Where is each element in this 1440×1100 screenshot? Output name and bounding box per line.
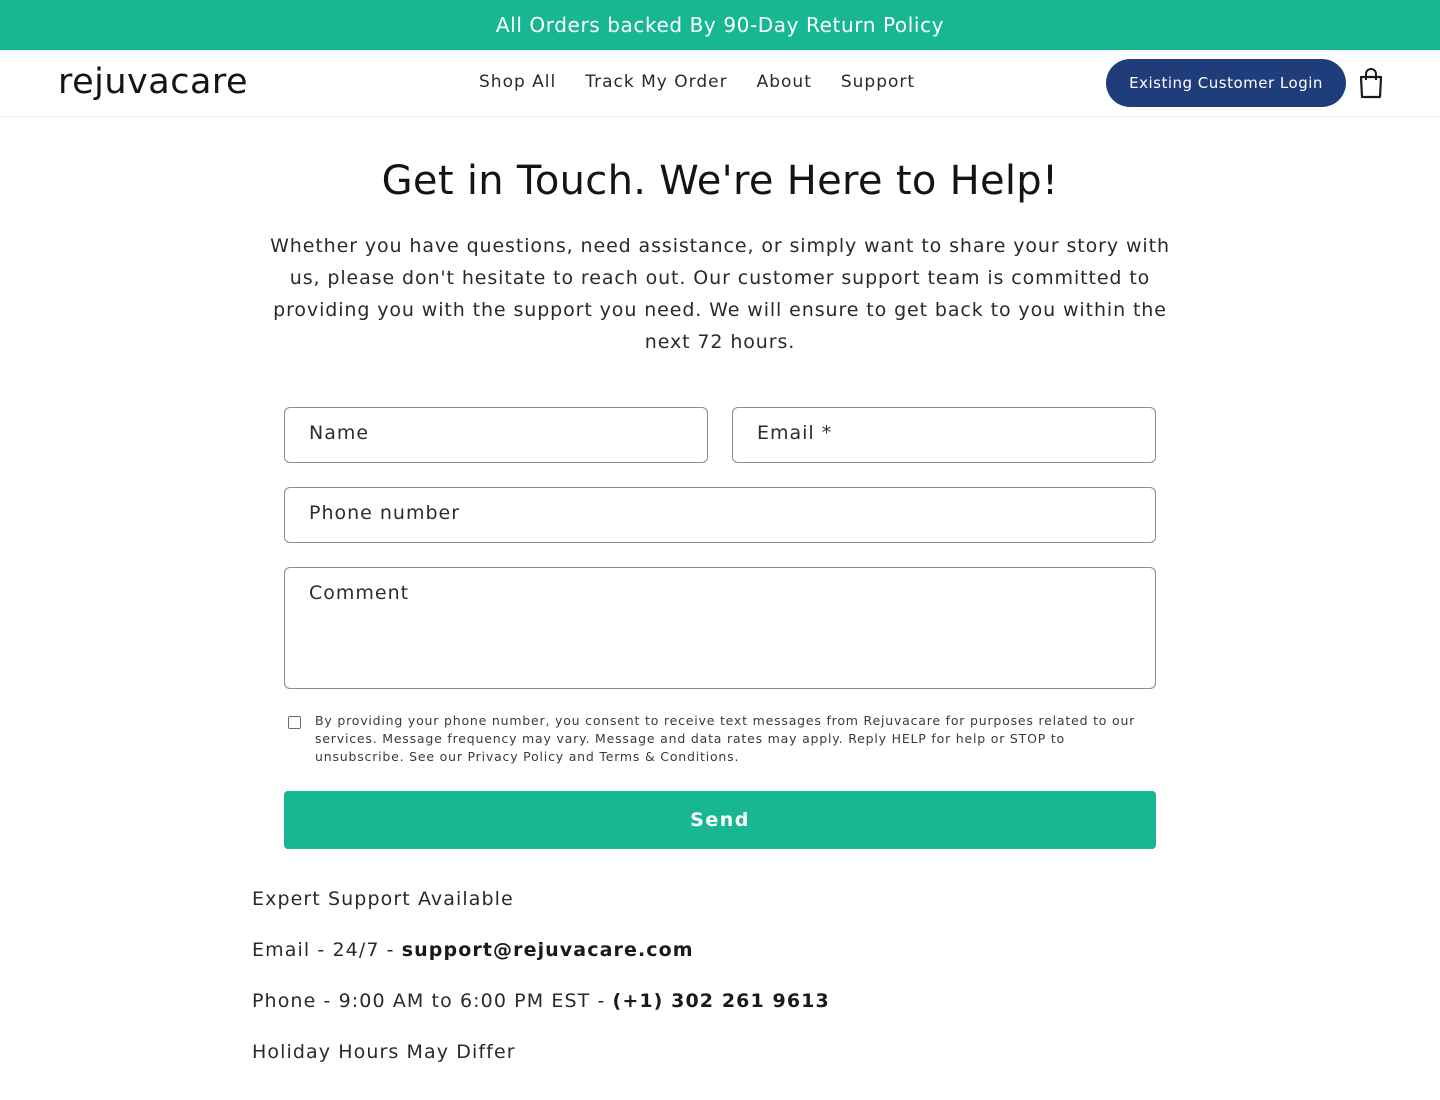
name-field[interactable]: Name: [284, 407, 708, 463]
page-title: Get in Touch. We're Here to Help!: [381, 158, 1059, 204]
name-placeholder: Name: [309, 422, 370, 444]
support-phone-link[interactable]: (+1) 302 261 9613: [613, 990, 830, 1012]
logo[interactable]: rejuvacare: [58, 60, 248, 104]
send-button-label: Send: [690, 809, 750, 831]
nav-shop-all[interactable]: Shop All: [479, 70, 556, 94]
nav-about[interactable]: About: [757, 70, 812, 94]
holiday-hours-note: Holiday Hours May Differ: [252, 1041, 516, 1063]
email-field[interactable]: Email *: [732, 407, 1156, 463]
comment-placeholder: Comment: [309, 582, 410, 604]
support-phone-prefix: Phone - 9:00 AM to 6:00 PM EST -: [252, 990, 613, 1012]
support-heading: Expert Support Available: [252, 888, 514, 910]
support-email-line: Email - 24/7 - support@rejuvacare.com: [252, 939, 694, 961]
support-email-prefix: Email - 24/7 -: [252, 939, 402, 961]
login-button-label: Existing Customer Login: [1129, 74, 1323, 92]
phone-placeholder: Phone number: [309, 502, 461, 524]
sms-consent-text: By providing your phone number, you cons…: [315, 713, 1136, 764]
comment-field[interactable]: Comment: [284, 567, 1156, 689]
shopping-bag-icon[interactable]: [1357, 67, 1385, 99]
main-nav: Shop All Track My Order About Support: [479, 70, 944, 94]
sms-consent-checkbox[interactable]: [288, 716, 301, 729]
email-placeholder: Email *: [757, 422, 833, 444]
support-phone-line: Phone - 9:00 AM to 6:00 PM EST - (+1) 30…: [252, 990, 830, 1012]
announcement-text: All Orders backed By 90-Day Return Polic…: [495, 13, 945, 37]
site-header: rejuvacare Shop All Track My Order About…: [0, 50, 1440, 117]
phone-field[interactable]: Phone number: [284, 487, 1156, 543]
nav-support[interactable]: Support: [841, 70, 915, 94]
support-email-link[interactable]: support@rejuvacare.com: [402, 939, 694, 961]
announcement-bar: All Orders backed By 90-Day Return Polic…: [0, 0, 1440, 50]
existing-customer-login-button[interactable]: Existing Customer Login: [1106, 59, 1346, 107]
send-button[interactable]: Send: [284, 791, 1156, 849]
nav-track-my-order[interactable]: Track My Order: [585, 70, 727, 94]
intro-text: Whether you have questions, need assista…: [270, 235, 1170, 353]
